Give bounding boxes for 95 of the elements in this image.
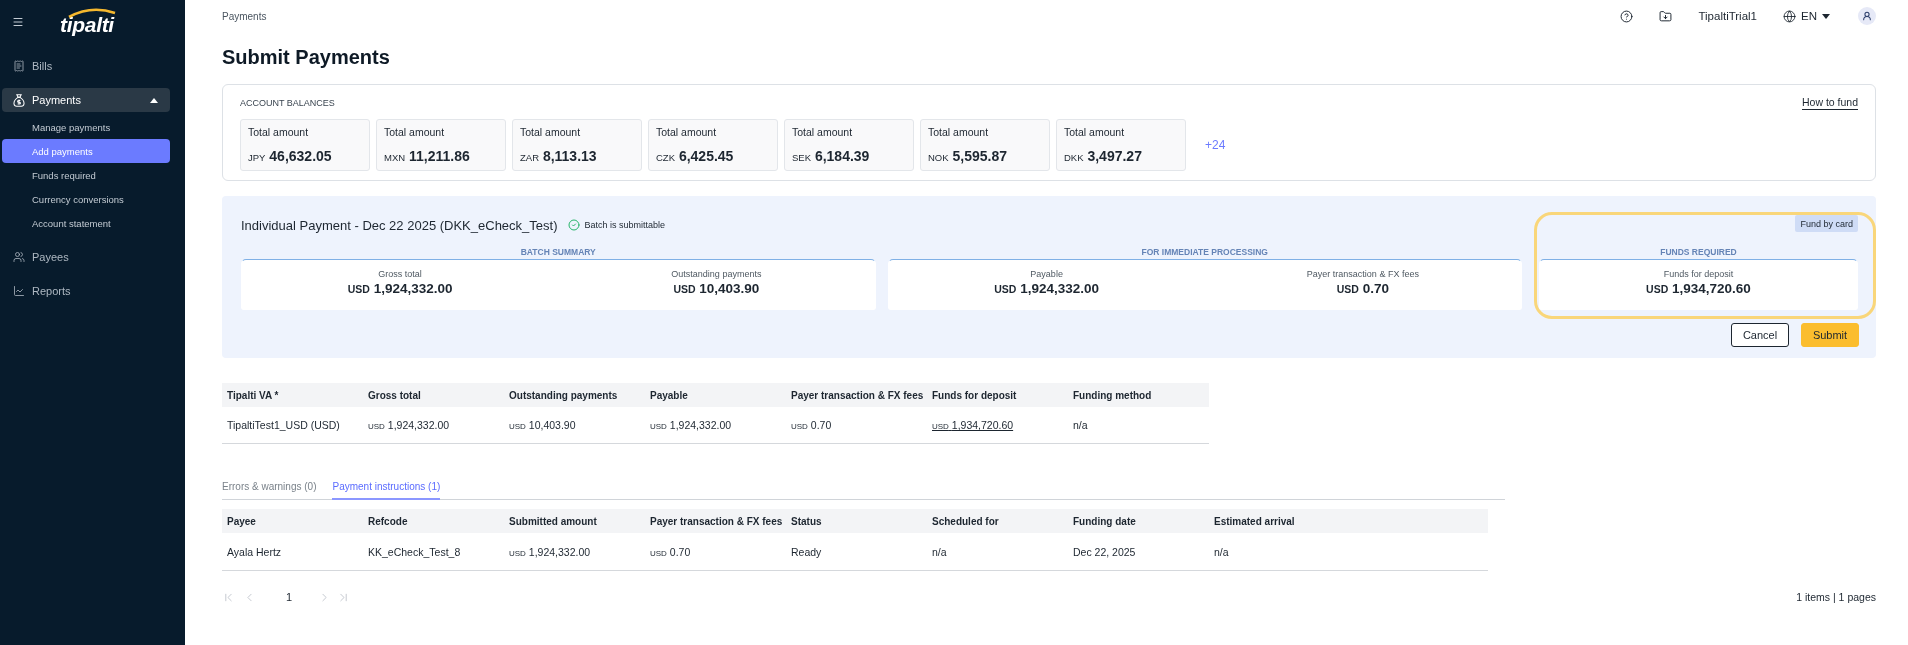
metric-amount: USD 1,924,332.00 xyxy=(347,281,453,296)
nav-item[interactable]: Payees xyxy=(2,245,170,269)
how-to-fund-link[interactable]: How to fund xyxy=(1801,96,1858,110)
balance-amount: JPY 46,632.05 xyxy=(248,148,333,164)
caret-icon[interactable] xyxy=(150,97,158,103)
column-header: Refcode xyxy=(363,509,504,533)
balance-label: Total amount xyxy=(1064,126,1126,138)
money-bag-icon xyxy=(13,93,25,107)
logo: tipalti xyxy=(60,8,114,36)
table-cell: USD 0.70 xyxy=(645,533,786,571)
balance-amount: SEK 6,184.39 xyxy=(792,148,871,164)
pagination-summary: 1 items | 1 pages xyxy=(1796,591,1876,603)
metric-label: Payer transaction & FX fees xyxy=(1306,269,1419,279)
balance-amount: NOK 5,595.87 xyxy=(928,148,1008,164)
table-cell: USD 10,403.90 xyxy=(504,407,645,444)
metric-amount: USD 1,934,720.60 xyxy=(1646,281,1751,296)
balance-label: Total amount xyxy=(520,126,582,138)
table-cell: USD 1,924,332.00 xyxy=(363,407,504,444)
page-number[interactable]: 1 xyxy=(286,591,293,603)
balance-amount: MXN 11,211.86 xyxy=(384,148,471,164)
balance-amount: CZK 6,425.45 xyxy=(656,148,735,164)
balance-label: Total amount xyxy=(656,126,718,138)
table-cell: Dec 22, 2025 xyxy=(1068,533,1209,571)
balance-label: Total amount xyxy=(928,126,990,138)
metric-amount: USD 1,924,332.00 xyxy=(994,281,1099,296)
tab[interactable]: Errors & warnings (0) xyxy=(222,475,317,500)
amount-link[interactable]: USD 1,934,720.60 xyxy=(932,419,1014,431)
column-header: Gross total xyxy=(363,383,504,407)
page-title: Submit Payments xyxy=(222,45,391,70)
metric-label: Outstanding payments xyxy=(671,269,762,279)
nav-subitem[interactable]: Account statement xyxy=(2,211,170,235)
fund-by-card-button[interactable]: Fund by card xyxy=(1795,215,1858,232)
nav-subitem[interactable]: Add payments xyxy=(2,139,170,163)
globe-icon xyxy=(1783,9,1796,23)
batch-status: Batch is submittable xyxy=(584,220,666,230)
column-header: Scheduled for xyxy=(927,509,1068,533)
metric-label: Payable xyxy=(1030,269,1063,279)
column-header: Estimated arrival xyxy=(1209,509,1488,533)
column-header: Funding method xyxy=(1068,383,1209,407)
table-cell: Ready xyxy=(786,533,927,571)
nav-item[interactable]: Payments xyxy=(2,88,170,112)
check-circle-icon xyxy=(567,219,580,231)
batch-title: Individual Payment - Dec 22 2025 (DKK_eCheck_Test) xyxy=(241,217,558,233)
folder-icon[interactable] xyxy=(1659,9,1673,23)
submit-button[interactable]: Submit xyxy=(1801,323,1859,347)
table-cell: KK_eCheck_Test_8 xyxy=(363,533,504,571)
section-heading: FOR IMMEDIATE PROCESSING xyxy=(1141,247,1268,257)
language-selector[interactable]: EN xyxy=(1783,9,1830,23)
metric-amount: USD 0.70 xyxy=(1336,281,1389,296)
tab[interactable]: Payment instructions (1) xyxy=(332,475,441,500)
column-header: Tipalti VA * xyxy=(222,383,363,407)
metric-amount: USD 10,403.90 xyxy=(673,281,760,296)
line-chart-icon xyxy=(13,285,25,297)
column-header: Payer transaction & FX fees xyxy=(645,509,786,533)
balance-amount: ZAR 8,113.13 xyxy=(520,148,598,164)
nav-subitem[interactable]: Manage payments xyxy=(2,115,170,139)
column-header: Submitted amount xyxy=(504,509,645,533)
table-cell: USD 1,924,332.00 xyxy=(645,407,786,444)
column-header: Payable xyxy=(645,383,786,407)
section-heading: BATCH SUMMARY xyxy=(520,247,596,257)
balance-label: Total amount xyxy=(248,126,310,138)
card-heading: ACCOUNT BALANCES xyxy=(240,98,335,108)
table-cell: USD 0.70 xyxy=(786,407,927,444)
balance-amount: DKK 3,497.27 xyxy=(1064,148,1143,164)
cancel-button[interactable]: Cancel xyxy=(1731,323,1789,347)
avatar-icon[interactable] xyxy=(1858,7,1876,25)
help-icon[interactable] xyxy=(1620,9,1634,23)
column-header: Payee xyxy=(222,509,363,533)
metric-label: Funds for deposit xyxy=(1663,269,1734,279)
table-cell: USD 1,924,332.00 xyxy=(504,533,645,571)
receipt-icon xyxy=(13,60,25,72)
table-cell: n/a xyxy=(1209,533,1488,571)
column-header: Outstanding payments xyxy=(504,383,645,407)
menu-icon[interactable] xyxy=(12,16,24,28)
people-icon xyxy=(13,251,25,263)
section-heading: FUNDS REQUIRED xyxy=(1660,247,1737,257)
column-header: Payer transaction & FX fees xyxy=(786,383,927,407)
more-link[interactable]: +24 xyxy=(1205,138,1226,152)
breadcrumb[interactable]: Payments xyxy=(222,10,267,22)
table-cell: Ayala Hertz xyxy=(222,533,363,571)
account-name[interactable]: TipaltiTrial1 xyxy=(1698,10,1757,22)
nav-subitem[interactable]: Funds required xyxy=(2,163,170,187)
nav-item[interactable]: Bills xyxy=(2,54,170,78)
column-header: Status xyxy=(786,509,927,533)
balance-label: Total amount xyxy=(792,126,854,138)
column-header: Funding date xyxy=(1068,509,1209,533)
balance-label: Total amount xyxy=(384,126,446,138)
metric-label: Gross total xyxy=(378,269,422,279)
table-cell: TipaltiTest1_USD (USD) xyxy=(222,407,363,444)
column-header: Funds for deposit xyxy=(927,383,1068,407)
caret-icon xyxy=(1822,13,1830,19)
table-cell: n/a xyxy=(1068,407,1209,444)
nav-item[interactable]: Reports xyxy=(2,279,170,303)
table-cell: n/a xyxy=(927,533,1068,571)
nav-subitem[interactable]: Currency conversions xyxy=(2,187,170,211)
